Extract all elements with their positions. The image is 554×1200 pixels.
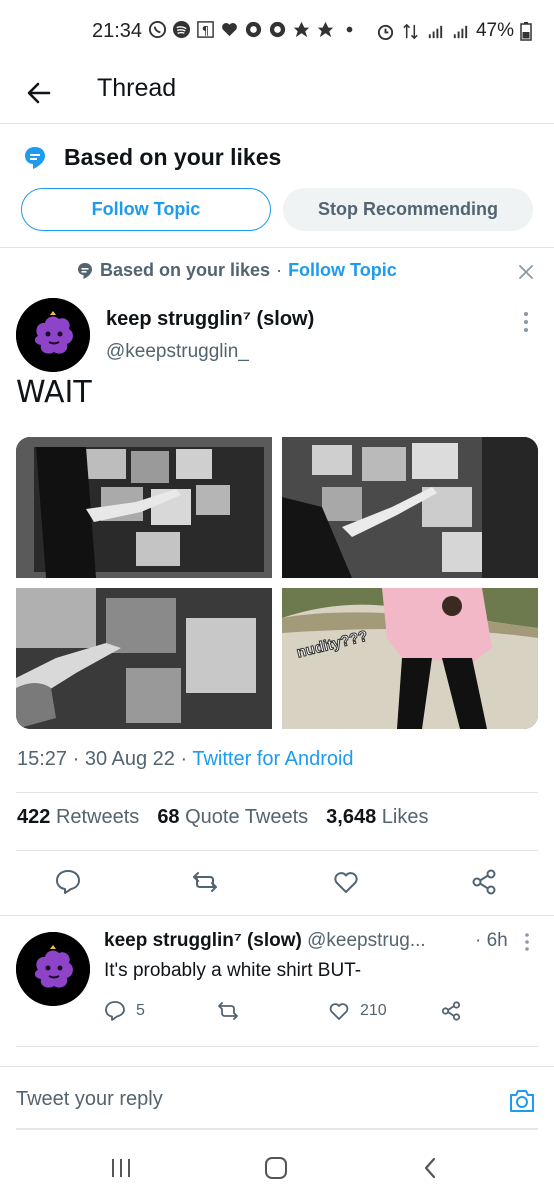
data-icon <box>403 23 418 39</box>
reply-retweet-action[interactable] <box>217 1000 239 1022</box>
divider <box>16 1046 538 1047</box>
tweet-text: WAIT <box>16 375 92 410</box>
tweet-stats: 422 Retweets 68 Quote Tweets 3,648 Likes <box>17 806 429 829</box>
chrome-icon-2 <box>269 21 286 38</box>
like-icon[interactable] <box>332 868 360 896</box>
back-arrow-icon[interactable] <box>22 76 56 110</box>
whatsapp-icon <box>148 20 167 39</box>
follow-topic-button[interactable]: Follow Topic <box>21 188 271 231</box>
topic-icon <box>25 147 45 169</box>
svg-text:¶: ¶ <box>202 23 209 37</box>
media-image-4[interactable]: nudity??? <box>282 588 538 729</box>
share-icon[interactable] <box>470 868 498 896</box>
photo-2 <box>282 437 538 578</box>
reply-icon[interactable] <box>54 868 82 896</box>
reply-author-name: keep strugglin⁷ (slow) <box>104 930 302 951</box>
likes-label: Likes <box>381 806 429 828</box>
media-image-3[interactable] <box>16 588 272 729</box>
stop-recommending-button[interactable]: Stop Recommending <box>283 188 533 231</box>
status-bar: 21:34 ¶ 47% <box>0 0 554 62</box>
home-icon[interactable] <box>263 1155 289 1181</box>
tweet-source-link[interactable]: Twitter for Android <box>192 748 353 770</box>
battery-percent: 47% <box>475 20 514 41</box>
leaf-icon <box>293 21 310 38</box>
quotes-label: Quote Tweets <box>185 806 309 828</box>
context-text: Based on your likes <box>100 260 271 280</box>
reply-reply-action[interactable]: 5 <box>104 1000 145 1022</box>
divider <box>16 850 538 851</box>
retweet-icon[interactable] <box>191 868 219 896</box>
retweet-icon <box>218 1002 238 1020</box>
status-time: 21:34 <box>92 20 143 42</box>
media-image-2[interactable] <box>282 437 538 578</box>
reply-input[interactable]: Tweet your reply <box>16 1088 163 1111</box>
pilcrow-icon: ¶ <box>197 21 214 38</box>
lumpy-space-princess-icon <box>16 298 90 372</box>
photo-3 <box>16 588 272 729</box>
back-nav-icon[interactable] <box>418 1155 444 1181</box>
reply-author-handle: @keepstrug... <box>307 930 426 951</box>
signal-icon-2 <box>453 25 468 38</box>
quotes-count: 68 <box>157 806 180 828</box>
retweets-count: 422 <box>17 806 51 828</box>
likes-stat[interactable]: 3,648 Likes <box>326 806 428 829</box>
context-line: Based on your likes · Follow Topic <box>76 260 397 281</box>
reply-input-underline <box>16 1128 538 1130</box>
author-handle[interactable]: @keepstrugglin_ <box>106 341 249 363</box>
media-image-1[interactable] <box>16 437 272 578</box>
avatar[interactable] <box>16 298 90 372</box>
page-title: Thread <box>97 74 177 102</box>
tweet-time: 15:27 <box>17 748 68 770</box>
divider <box>16 792 538 793</box>
header-bar: Thread <box>0 62 554 124</box>
topic-title: Based on your likes <box>64 144 282 170</box>
lumpy-space-princess-icon <box>16 932 90 1006</box>
divider <box>0 915 554 916</box>
likes-count: 3,648 <box>326 806 377 828</box>
share-icon <box>441 1001 461 1021</box>
signal-icon <box>428 25 443 38</box>
topic-small-icon <box>78 262 92 279</box>
close-icon[interactable] <box>516 262 536 282</box>
battery-icon <box>520 22 532 41</box>
notification-icons: ¶ <box>148 20 359 39</box>
more-options-icon[interactable] <box>516 310 536 334</box>
reply-share-action[interactable] <box>440 1000 462 1022</box>
like-icon <box>329 1003 349 1020</box>
reply-like-action[interactable]: 210 <box>328 1000 387 1022</box>
tweet-meta: 15:27 · 30 Aug 22 · Twitter for Android <box>17 748 354 770</box>
reply-time: · 6h <box>475 930 508 951</box>
leaf-icon-2 <box>317 21 334 38</box>
reply-likes-count: 210 <box>360 1002 387 1019</box>
photo-1 <box>16 437 272 578</box>
retweets-stat[interactable]: 422 Retweets <box>17 806 139 829</box>
spotify-icon <box>172 20 191 39</box>
camera-icon[interactable] <box>507 1086 537 1116</box>
dot-icon <box>346 26 353 33</box>
topic-panel: Based on your likes Follow Topic Stop Re… <box>0 125 554 248</box>
reply-replies-count: 5 <box>136 1002 145 1019</box>
heart-icon <box>222 23 237 37</box>
photo-4 <box>282 588 538 729</box>
alarm-icon <box>377 24 394 40</box>
tweet-date: 30 Aug 22 <box>84 748 175 770</box>
context-separator: · <box>276 260 283 280</box>
reply-text: It's probably a white shirt BUT- <box>104 960 362 981</box>
chrome-icon <box>245 21 262 38</box>
author-name[interactable]: keep strugglin⁷ (slow) <box>106 308 314 331</box>
reply-more-options-icon[interactable] <box>520 932 534 952</box>
retweets-label: Retweets <box>55 806 140 828</box>
reply-author[interactable]: keep strugglin⁷ (slow) @keepstrug... <box>104 930 426 952</box>
reply-icon <box>105 1001 125 1021</box>
context-follow-link[interactable]: Follow Topic <box>288 260 397 281</box>
recent-apps-icon[interactable] <box>108 1155 134 1181</box>
status-right: 47% <box>376 20 532 42</box>
quotes-stat[interactable]: 68 Quote Tweets <box>157 806 308 829</box>
reply-avatar[interactable] <box>16 932 90 1006</box>
